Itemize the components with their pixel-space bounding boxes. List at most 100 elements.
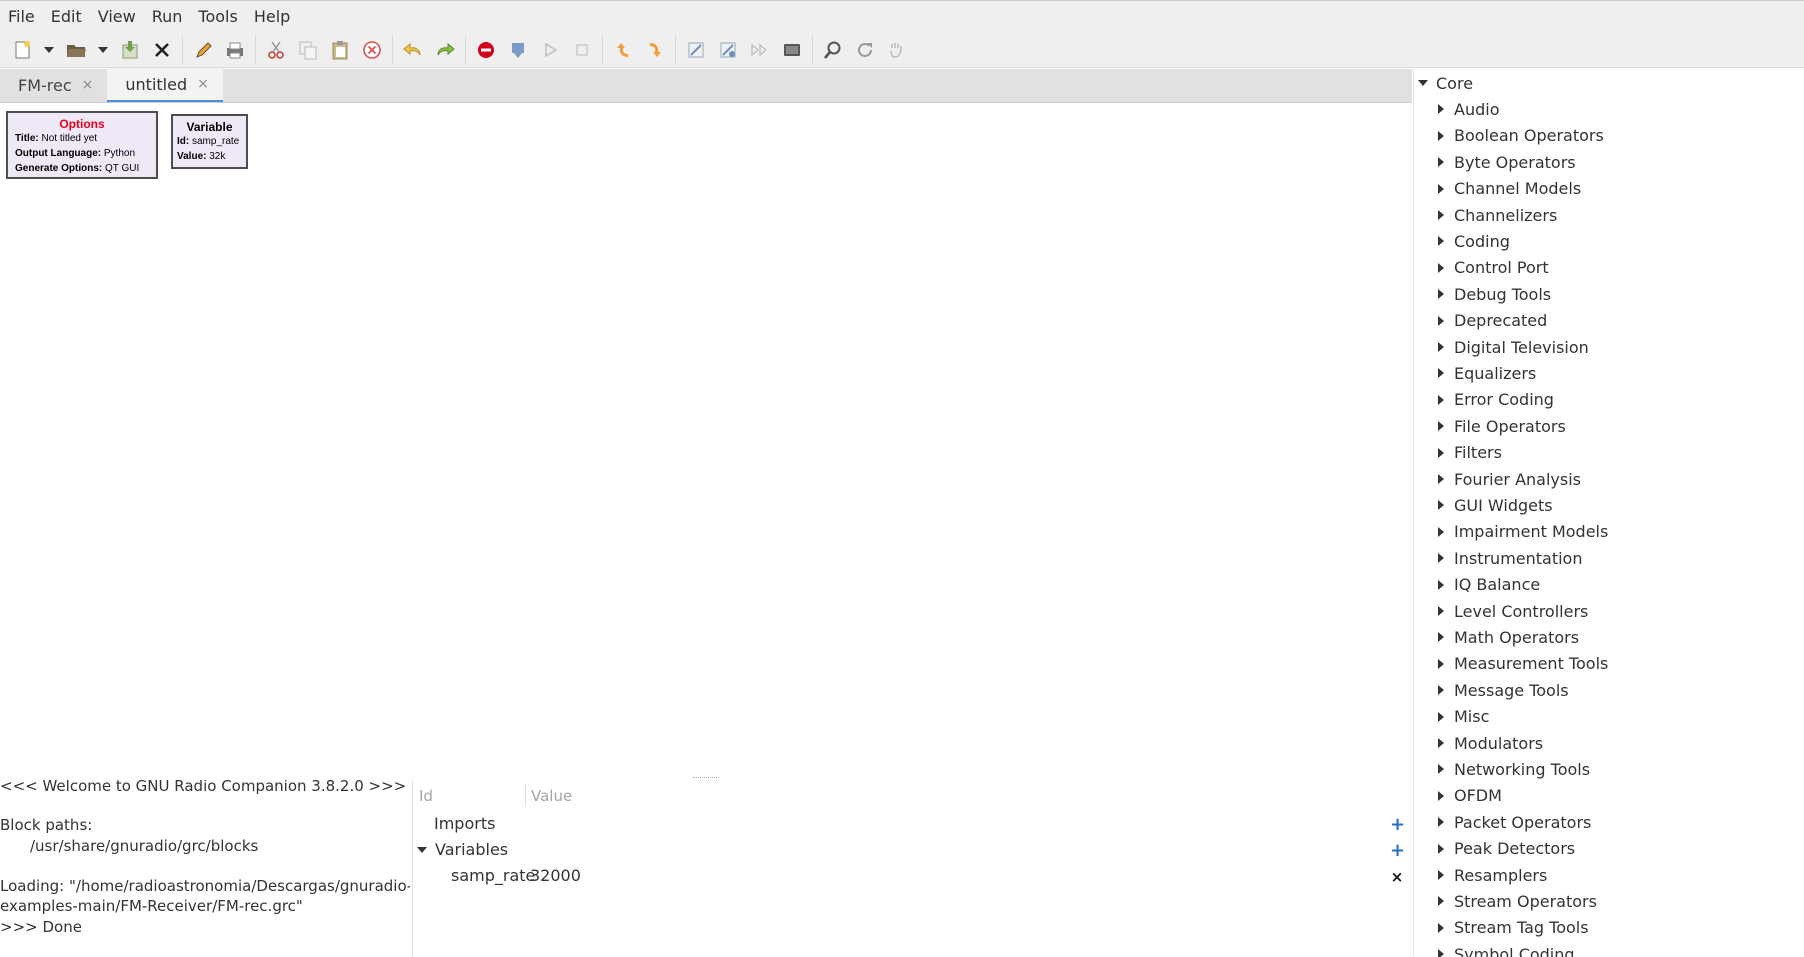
menu-view[interactable]: View (90, 2, 144, 32)
expand-arrow-icon[interactable] (1438, 342, 1444, 352)
expand-arrow-icon[interactable] (1438, 658, 1444, 669)
expand-arrow-icon[interactable] (1438, 922, 1444, 933)
column-header-id[interactable]: Id (419, 784, 433, 808)
expand-arrow-icon[interactable] (1438, 130, 1444, 141)
remove-variable-icon[interactable]: × (1390, 870, 1404, 885)
redo-icon[interactable] (429, 34, 461, 66)
console-panel[interactable]: <<< Welcome to GNU Radio Companion 3.8.2… (0, 780, 410, 957)
expand-arrow-icon[interactable] (1438, 262, 1444, 273)
open-icon[interactable] (60, 34, 92, 66)
tab-close-icon[interactable]: × (82, 77, 94, 93)
expand-arrow-icon[interactable] (1438, 500, 1444, 511)
print-icon[interactable] (219, 34, 251, 66)
menu-edit[interactable]: Edit (43, 2, 90, 32)
expand-arrow-icon[interactable] (1438, 157, 1444, 168)
tree-category[interactable]: IQ Balance (1438, 573, 1540, 597)
column-header-value[interactable]: Value (531, 784, 572, 808)
parse-icon[interactable] (881, 34, 913, 66)
expand-arrow-icon[interactable] (1438, 870, 1444, 880)
undo-icon[interactable] (397, 34, 429, 66)
new-dropdown-arrow-icon[interactable] (38, 34, 60, 66)
tree-category[interactable]: Filters (1438, 441, 1502, 465)
cut-icon[interactable] (260, 34, 292, 66)
copy-icon[interactable] (292, 34, 324, 66)
expand-arrow-icon[interactable] (1438, 289, 1444, 300)
flowgraph-canvas[interactable]: Options Title: Not titled yet Output Lan… (0, 104, 1412, 780)
menu-tools[interactable]: Tools (190, 2, 245, 32)
expand-arrow-icon[interactable] (1438, 368, 1444, 379)
expand-arrow-icon[interactable] (1438, 421, 1444, 432)
options-block[interactable]: Options Title: Not titled yet Output Lan… (6, 111, 158, 179)
expand-arrow-icon[interactable] (1438, 711, 1444, 722)
rotate-cw-icon[interactable] (639, 34, 671, 66)
tree-category[interactable]: Equalizers (1438, 361, 1536, 385)
tree-category[interactable]: OFDM (1438, 784, 1502, 808)
screenshot-icon[interactable] (776, 34, 808, 66)
menu-file[interactable]: File (0, 2, 43, 32)
tree-category[interactable]: Stream Tag Tools (1438, 916, 1589, 940)
expand-arrow-icon[interactable] (1438, 315, 1444, 326)
tab-close-icon[interactable]: × (197, 76, 209, 92)
tree-category[interactable]: Impairment Models (1438, 520, 1608, 544)
tree-category[interactable]: Channel Models (1438, 177, 1581, 201)
variable-id[interactable]: samp_rate (451, 864, 535, 888)
expand-arrow-icon[interactable] (1438, 843, 1444, 854)
expand-arrow-icon[interactable] (1438, 553, 1444, 564)
add-import-icon[interactable]: + (1390, 816, 1405, 834)
expand-arrow-icon[interactable] (1438, 526, 1444, 537)
block-library-tree[interactable]: Core Audio Boolean Operators Byte Operator… (1413, 69, 1804, 957)
tree-category[interactable]: Message Tools (1438, 678, 1569, 702)
expand-arrow-icon[interactable] (1438, 104, 1444, 115)
tree-category[interactable]: Modulators (1438, 731, 1543, 755)
edit-icon[interactable] (187, 34, 219, 66)
tree-category[interactable]: Audio (1438, 97, 1499, 121)
expand-arrow-icon[interactable] (1438, 738, 1444, 748)
expand-arrow-icon[interactable] (1438, 790, 1444, 801)
delete-icon[interactable] (356, 34, 388, 66)
tree-category[interactable]: Boolean Operators (1438, 124, 1604, 148)
generate-icon[interactable] (502, 34, 534, 66)
new-icon[interactable] (6, 34, 38, 66)
save-icon[interactable] (114, 34, 146, 66)
kill-icon[interactable] (566, 34, 598, 66)
expand-arrow-icon[interactable] (1438, 949, 1444, 957)
expand-arrow-icon[interactable] (1438, 632, 1444, 643)
tree-category[interactable]: Packet Operators (1438, 810, 1591, 834)
tree-category[interactable]: Control Port (1438, 256, 1549, 280)
execute-icon[interactable] (534, 34, 566, 66)
stop-error-icon[interactable] (470, 34, 502, 66)
tree-category[interactable]: GUI Widgets (1438, 493, 1553, 517)
tree-category[interactable]: Coding (1438, 229, 1510, 253)
add-variable-icon[interactable]: + (1390, 842, 1405, 860)
tree-category[interactable]: Fourier Analysis (1438, 467, 1581, 491)
expand-arrow-icon[interactable] (1438, 447, 1444, 458)
tree-category[interactable]: Measurement Tools (1438, 652, 1608, 676)
tree-category[interactable]: Resamplers (1438, 863, 1547, 887)
enable-icon[interactable] (680, 34, 712, 66)
expand-arrow-icon[interactable] (1438, 236, 1444, 247)
expand-arrow-icon[interactable] (1438, 685, 1444, 696)
tree-category[interactable]: Networking Tools (1438, 757, 1590, 781)
close-icon[interactable] (146, 34, 178, 66)
tree-category[interactable]: File Operators (1438, 414, 1566, 438)
expand-arrow-icon[interactable] (1438, 474, 1444, 484)
open-dropdown-arrow-icon[interactable] (92, 34, 114, 66)
expand-arrow-icon[interactable] (1438, 896, 1444, 907)
expand-arrow-icon[interactable] (417, 847, 427, 853)
expand-arrow-icon[interactable] (1438, 817, 1444, 828)
variables-row[interactable]: Variables (417, 838, 508, 862)
tree-category[interactable]: Byte Operators (1438, 150, 1576, 174)
tree-category[interactable]: Symbol Coding (1438, 942, 1575, 957)
expand-arrow-icon[interactable] (1438, 579, 1444, 590)
paste-icon[interactable] (324, 34, 356, 66)
menu-run[interactable]: Run (144, 2, 191, 32)
tab-untitled[interactable]: untitled × (107, 68, 223, 102)
tree-category[interactable]: Level Controllers (1438, 599, 1588, 623)
menu-help[interactable]: Help (246, 2, 298, 32)
find-icon[interactable] (817, 34, 849, 66)
expand-arrow-icon[interactable] (1438, 606, 1444, 616)
tree-category[interactable]: Debug Tools (1438, 282, 1551, 306)
disable-icon[interactable] (712, 34, 744, 66)
tree-category[interactable]: Misc (1438, 705, 1489, 729)
tree-category[interactable]: Instrumentation (1438, 546, 1582, 570)
